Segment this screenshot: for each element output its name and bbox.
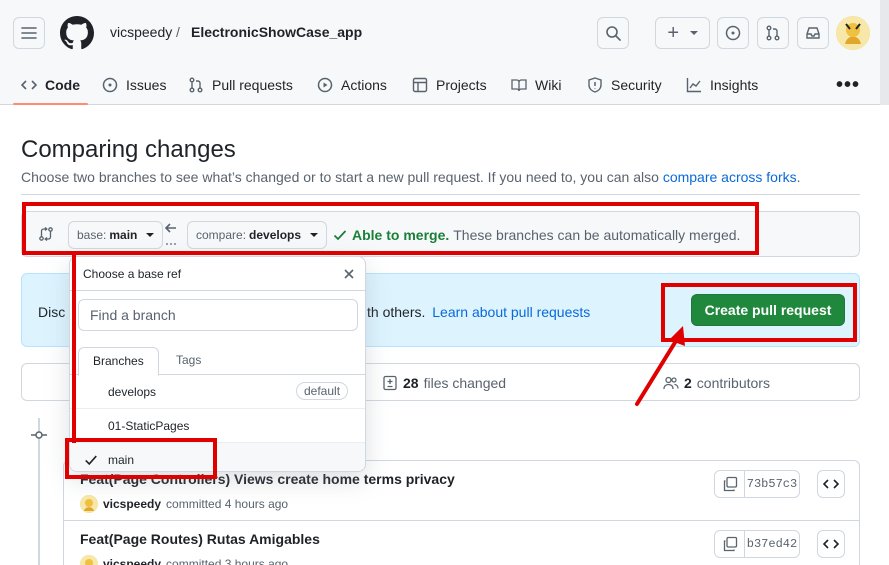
tab-label: Issues bbox=[126, 77, 167, 93]
plus-icon: + bbox=[667, 22, 680, 44]
github-logo-icon[interactable] bbox=[60, 16, 94, 50]
browse-code-icon[interactable] bbox=[817, 470, 845, 498]
page-subtitle: Choose two branches to see what’s change… bbox=[21, 169, 801, 185]
tab-insights[interactable]: Insights bbox=[686, 66, 758, 104]
book-icon bbox=[511, 77, 527, 93]
tab-label: Actions bbox=[341, 77, 387, 93]
chevron-down-icon bbox=[689, 31, 698, 35]
commit-meta: vicspeedy committed 3 hours ago bbox=[80, 555, 288, 565]
pull-requests-icon[interactable] bbox=[757, 17, 789, 49]
annotation-box-main-branch bbox=[65, 438, 217, 479]
tab-label: Code bbox=[45, 77, 80, 93]
dropdown-header: Choose a base ref bbox=[70, 257, 365, 291]
tab-projects[interactable]: Projects bbox=[412, 66, 487, 104]
inbox-icon[interactable] bbox=[797, 17, 829, 49]
breadcrumb-separator: / bbox=[176, 24, 180, 40]
repo-owner-link[interactable]: vicspeedy bbox=[110, 24, 172, 40]
menu-icon[interactable] bbox=[13, 17, 45, 49]
files-label: files changed bbox=[423, 375, 507, 391]
banner-text-end: th others. Learn about pull requests bbox=[367, 304, 590, 320]
close-icon[interactable] bbox=[341, 266, 357, 282]
commit-time: committed 3 hours ago bbox=[166, 557, 289, 565]
commit-title[interactable]: Feat(Page Routes) Rutas Amigables bbox=[80, 531, 320, 547]
author-avatar[interactable] bbox=[80, 555, 98, 565]
contributors-label: contributors bbox=[696, 375, 770, 391]
play-icon bbox=[317, 77, 333, 93]
commit-time: committed 4 hours ago bbox=[166, 497, 289, 511]
file-diff-icon bbox=[382, 375, 398, 391]
repo-name-link[interactable]: ElectronicShowCase_app bbox=[191, 24, 362, 40]
tab-actions[interactable]: Actions bbox=[317, 66, 387, 104]
subtitle-period: . bbox=[796, 169, 801, 185]
browse-code-icon[interactable] bbox=[817, 530, 845, 558]
create-new-button[interactable]: + bbox=[655, 17, 710, 49]
commit-row: Feat(Page Routes) Rutas Amigables vicspe… bbox=[64, 520, 859, 565]
tab-label: Projects bbox=[436, 77, 487, 93]
branch-name: develops bbox=[108, 385, 157, 399]
issue-icon bbox=[102, 77, 118, 93]
tab-tags[interactable]: Tags bbox=[162, 347, 215, 375]
banner-text-tail: th others. bbox=[367, 304, 426, 320]
table-icon bbox=[412, 77, 428, 93]
repo-tabs: Code Issues Pull requests Actions Projec… bbox=[0, 66, 889, 105]
tab-label: Security bbox=[611, 77, 662, 93]
tab-code[interactable]: Code bbox=[13, 66, 88, 105]
copy-icon[interactable] bbox=[715, 471, 745, 497]
commit-meta: vicspeedy committed 4 hours ago bbox=[80, 495, 288, 513]
banner-text: Disc bbox=[38, 304, 66, 320]
subtitle-text: Choose two branches to see what’s change… bbox=[21, 169, 659, 185]
commit-author[interactable]: vicspeedy bbox=[103, 497, 161, 511]
default-badge: default bbox=[296, 382, 349, 400]
issues-icon[interactable] bbox=[717, 17, 749, 49]
branch-name: 01-StaticPages bbox=[108, 419, 190, 433]
tab-issues[interactable]: Issues bbox=[102, 66, 166, 104]
commit-sha-link[interactable]: 73b57c3 bbox=[745, 471, 799, 497]
commit-sha-group: 73b57c3 bbox=[714, 470, 800, 498]
git-commit-icon bbox=[31, 427, 47, 443]
graph-icon bbox=[686, 77, 702, 93]
shield-icon bbox=[587, 77, 603, 93]
user-avatar[interactable] bbox=[836, 16, 870, 50]
divider bbox=[21, 194, 860, 195]
top-navigation: vicspeedy / ElectronicShowCase_app + Cod… bbox=[0, 0, 889, 105]
dropdown-title: Choose a base ref bbox=[83, 267, 182, 281]
tab-label: Insights bbox=[710, 77, 759, 93]
files-count: 28 bbox=[403, 375, 419, 391]
tab-wiki[interactable]: Wiki bbox=[511, 66, 561, 104]
more-tabs-icon[interactable]: ••• bbox=[836, 74, 860, 97]
tab-pull-requests[interactable]: Pull requests bbox=[188, 66, 293, 104]
tab-branches[interactable]: Branches bbox=[78, 347, 159, 376]
commit-sha-link[interactable]: b37ed42 bbox=[745, 531, 799, 557]
commit-author[interactable]: vicspeedy bbox=[103, 557, 161, 565]
page-title: Comparing changes bbox=[21, 136, 236, 163]
dropdown-tabs: Branches Tags bbox=[70, 339, 365, 376]
copy-icon[interactable] bbox=[715, 531, 745, 557]
search-icon[interactable] bbox=[597, 17, 629, 49]
branch-filter-input[interactable] bbox=[78, 299, 358, 331]
annotation-arrow-icon bbox=[635, 326, 685, 406]
tab-label: Wiki bbox=[535, 77, 562, 93]
code-icon bbox=[21, 77, 37, 93]
annotation-box-compare-bar bbox=[22, 202, 759, 255]
commit-sha-group: b37ed42 bbox=[714, 530, 800, 558]
tab-security[interactable]: Security bbox=[587, 66, 662, 104]
author-avatar[interactable] bbox=[80, 495, 98, 513]
tab-label: Pull requests bbox=[212, 77, 293, 93]
compare-across-forks-link[interactable]: compare across forks bbox=[663, 169, 797, 185]
files-changed-stat[interactable]: 28 files changed bbox=[382, 375, 506, 391]
learn-about-pull-requests-link[interactable]: Learn about pull requests bbox=[432, 304, 590, 320]
annotation-connector bbox=[72, 253, 76, 443]
branch-item-develops[interactable]: develops default bbox=[70, 375, 365, 409]
pull-request-icon bbox=[188, 77, 204, 93]
